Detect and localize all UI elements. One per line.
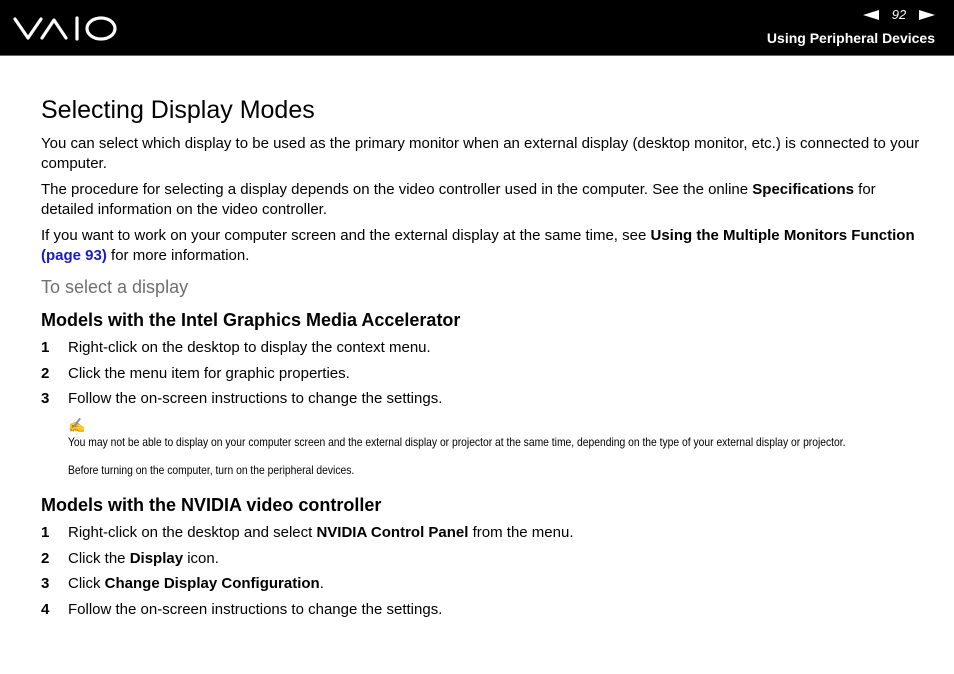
step-item: 3 Click Change Display Configuration. <box>41 574 921 594</box>
page-title: Selecting Display Modes <box>41 96 315 124</box>
intro-paragraph-3: If you want to work on your computer scr… <box>41 226 921 266</box>
ui-term: NVIDIA Control Panel <box>316 524 469 541</box>
nvidia-steps: 1 Right-click on the desktop and select N… <box>41 523 921 620</box>
page-navigation: 92 <box>862 7 936 22</box>
intro-paragraph-2: The procedure for selecting a display de… <box>41 180 921 220</box>
intro-paragraph-1: You can select which display to be used … <box>41 135 920 172</box>
step-item: 1 Right-click on the desktop to display t… <box>41 338 921 358</box>
step-text: Click <box>68 575 105 592</box>
multiple-monitors-term: Using the Multiple Monitors Function <box>650 227 915 244</box>
page-93-link[interactable]: (page 93) <box>41 247 107 264</box>
text-span: The procedure for selecting a display de… <box>41 181 753 198</box>
step-text: Right-click on the desktop to display th… <box>68 339 431 356</box>
next-page-icon[interactable] <box>918 9 936 21</box>
step-number: 3 <box>41 390 50 407</box>
previous-page-icon[interactable] <box>862 9 880 21</box>
page-content: Selecting Display Modes You can select w… <box>41 94 921 625</box>
note-pencil-icon: ✍ <box>68 417 86 433</box>
vaio-logo <box>13 13 121 48</box>
step-text: Click the <box>68 549 130 567</box>
procedure-title: To select a display <box>41 277 189 297</box>
step-number: 3 <box>41 575 50 592</box>
step-text: Right-click on the desktop and select <box>68 524 317 541</box>
step-text: icon. <box>183 549 219 567</box>
text-span: If you want to work on your computer scr… <box>41 227 651 244</box>
nvidia-section-heading: Models with the NVIDIA video controller <box>41 495 382 515</box>
step-number: 1 <box>41 524 50 541</box>
step-text: from the menu. <box>468 524 574 541</box>
ui-term: Change Display Configuration <box>104 575 320 592</box>
specifications-term: Specifications <box>752 181 854 198</box>
note-text: You may not be able to display on your c… <box>68 435 846 449</box>
page-number: 92 <box>891 7 907 22</box>
step-item: 1 Right-click on the desktop and select N… <box>41 523 921 543</box>
step-number: 2 <box>41 364 50 382</box>
step-text: Click the menu item for graphic properti… <box>68 364 350 382</box>
step-text: Follow the on-screen instructions to cha… <box>68 390 443 407</box>
note-text: Before turning on the computer, turn on … <box>68 463 355 477</box>
step-text: . <box>319 575 324 592</box>
section-name: Using Peripheral Devices <box>766 30 935 46</box>
note-block: ✍ You may not be able to display on your… <box>68 417 921 479</box>
step-item: 4 Follow the on-screen instructions to ch… <box>41 600 921 620</box>
intel-steps: 1 Right-click on the desktop to display t… <box>41 338 921 409</box>
step-text: Follow the on-screen instructions to cha… <box>68 600 443 618</box>
text-span: for more information. <box>106 247 250 264</box>
step-number: 2 <box>41 549 50 567</box>
page-header: 92 Using Peripheral Devices <box>0 0 954 56</box>
step-number: 4 <box>41 600 50 618</box>
ui-term: Display <box>129 549 184 567</box>
step-number: 1 <box>41 339 50 356</box>
intel-section-heading: Models with the Intel Graphics Media Acc… <box>41 310 461 330</box>
step-item: 3 Follow the on-screen instructions to ch… <box>41 389 921 409</box>
step-item: 2 Click the Display icon. <box>41 549 921 569</box>
step-item: 2 Click the menu item for graphic propert… <box>41 364 921 384</box>
